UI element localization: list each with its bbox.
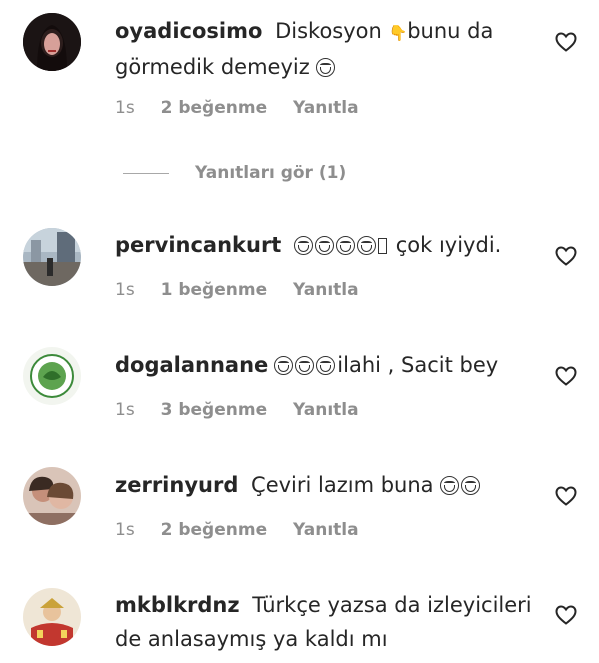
missing-glyph-icon	[378, 238, 388, 254]
comment-likes[interactable]: 2 beğenme	[161, 520, 268, 540]
comment-username[interactable]: oyadicosimo	[115, 19, 262, 43]
profile-photo-couple-icon	[23, 467, 81, 525]
comment-time[interactable]: 1s	[115, 400, 135, 420]
reply-button[interactable]: Yanıtla	[293, 400, 359, 420]
profile-photo-street-icon	[23, 228, 81, 286]
like-heart-icon[interactable]	[554, 30, 578, 54]
laughing-emoji-icon	[316, 356, 336, 375]
comment-body: Çeviri lazım buna	[251, 473, 441, 497]
comment-text: zerrinyurd Çeviri lazım buna	[115, 468, 535, 502]
grinning-emoji-icon	[294, 236, 314, 255]
comment-username[interactable]: pervincankurt	[115, 233, 281, 257]
laughing-emoji-icon	[316, 58, 336, 77]
laughing-emoji-icon	[295, 356, 315, 375]
avatar[interactable]	[23, 13, 81, 71]
reply-button[interactable]: Yanıtla	[293, 280, 359, 300]
grinning-emoji-icon	[336, 236, 356, 255]
laughing-emoji-icon	[440, 476, 460, 495]
avatar[interactable]	[23, 467, 81, 525]
like-heart-icon[interactable]	[554, 484, 578, 508]
view-replies-button[interactable]: Yanıtları gör (1)	[123, 162, 346, 184]
laughing-emoji-icon	[274, 356, 294, 375]
comment-body-start: Diskosyon	[275, 19, 389, 43]
profile-photo-cartoon-icon	[23, 588, 81, 646]
view-replies-label: Yanıtları gör (1)	[195, 163, 347, 183]
grinning-emoji-icon	[357, 236, 377, 255]
comment-time[interactable]: 1s	[115, 520, 135, 540]
comment-text: dogalannane ilahi , Sacit bey	[115, 348, 535, 382]
comment-username[interactable]: zerrinyurd	[115, 473, 238, 497]
comment-body: çok ıyiydi.	[395, 233, 502, 257]
comment-likes[interactable]: 3 beğenme	[161, 400, 268, 420]
avatar[interactable]	[23, 347, 81, 405]
comment-likes[interactable]: 2 beğenme	[161, 98, 268, 118]
profile-logo-green-icon	[23, 347, 81, 405]
like-heart-icon[interactable]	[554, 244, 578, 268]
comment-username[interactable]: mkblkrdnz	[115, 593, 240, 617]
divider-line	[123, 172, 169, 174]
like-heart-icon[interactable]	[554, 603, 578, 627]
profile-photo-woman-icon	[23, 13, 81, 71]
comment-username[interactable]: dogalannane	[115, 353, 268, 377]
comment-time[interactable]: 1s	[115, 98, 135, 118]
grinning-emoji-icon	[315, 236, 335, 255]
avatar[interactable]	[23, 228, 81, 286]
reply-button[interactable]: Yanıtla	[293, 98, 359, 118]
comment-body: ilahi , Sacit bey	[337, 353, 499, 377]
like-heart-icon[interactable]	[554, 364, 578, 388]
laughing-emoji-icon	[461, 476, 481, 495]
comment-meta: 1s 1 beğenme Yanıtla	[115, 280, 379, 300]
comment-meta: 1s 3 beğenme Yanıtla	[115, 400, 379, 420]
comment-text: oyadicosimo Diskosyon 👇bunu da görmedik …	[115, 14, 535, 84]
comment-meta: 1s 2 beğenme Yanıtla	[115, 520, 379, 540]
comment-meta: 1s 2 beğenme Yanıtla	[115, 98, 379, 118]
comment-text: mkblkrdnz Türkçe yazsa da izleyicileri d…	[115, 588, 535, 656]
comment-time[interactable]: 1s	[115, 280, 135, 300]
comment-likes[interactable]: 1 beğenme	[161, 280, 268, 300]
pointing-down-emoji-icon: 👇	[388, 24, 408, 42]
reply-button[interactable]: Yanıtla	[293, 520, 359, 540]
avatar[interactable]	[23, 588, 81, 646]
comment-text: pervincankurt çok ıyiydi.	[115, 228, 535, 262]
